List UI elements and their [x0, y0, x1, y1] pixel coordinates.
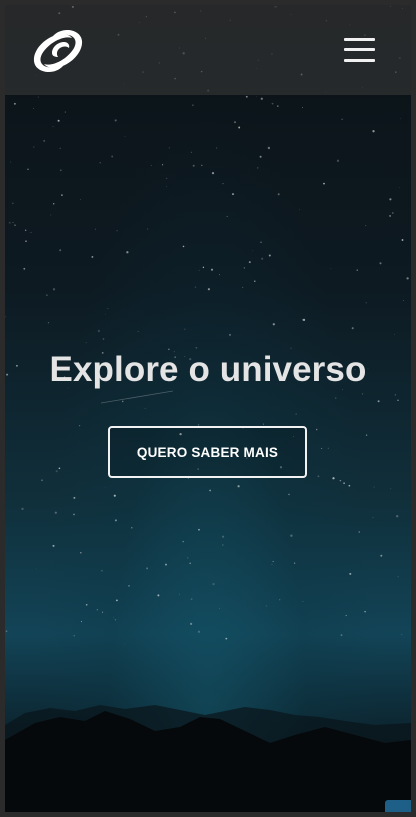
mountain-silhouette — [5, 705, 411, 812]
menu-bar-bottom — [344, 59, 375, 62]
page-frame: Explore o universo QUERO SABER MAIS — [0, 0, 416, 817]
swirl-logo-icon[interactable] — [33, 27, 85, 75]
corner-widget[interactable] — [385, 800, 411, 812]
top-navbar — [5, 5, 411, 95]
hero-title: Explore o universo — [49, 350, 367, 389]
hamburger-menu-icon[interactable] — [344, 38, 375, 62]
menu-bar-top — [344, 38, 375, 41]
menu-bar-middle — [344, 48, 375, 51]
learn-more-button[interactable]: QUERO SABER MAIS — [108, 426, 307, 478]
